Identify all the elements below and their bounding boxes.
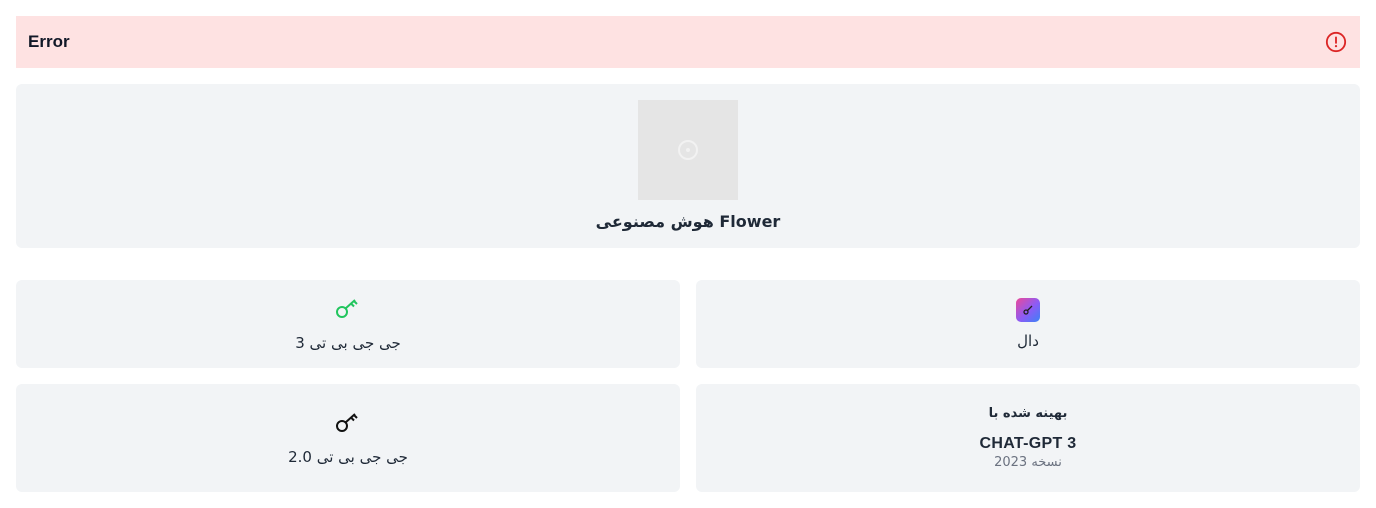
image-placeholder-icon [638,100,738,200]
key-icon [335,411,361,438]
hero-card: Flower هوش مصنوعی [16,84,1360,248]
hero-title: Flower هوش مصنوعی [595,212,781,231]
card-gpt2-label: جی جی بی تی 2.0 [288,447,408,466]
error-banner: Error [16,16,1360,68]
alert-circle-icon [1324,30,1348,54]
card-gpt3[interactable]: جی جی بی تی 3 [16,280,680,368]
card-gpt2[interactable]: جی جی بی تی 2.0 [16,384,680,492]
dal-key-icon [1016,298,1040,322]
card-dal-label: دال [1017,332,1039,350]
optimized-by-label: بهینه شده با [988,406,1068,421]
model-name: CHAT-GPT 3 [979,435,1077,452]
card-optimized[interactable]: بهینه شده با CHAT-GPT 3 نسخه 2023 [696,384,1360,492]
key-icon [335,297,361,324]
model-version: نسخه 2023 [994,455,1062,470]
card-gpt3-label: جی جی بی تی 3 [295,333,401,352]
error-title: Error [28,32,70,51]
card-dal[interactable]: دال [696,280,1360,368]
